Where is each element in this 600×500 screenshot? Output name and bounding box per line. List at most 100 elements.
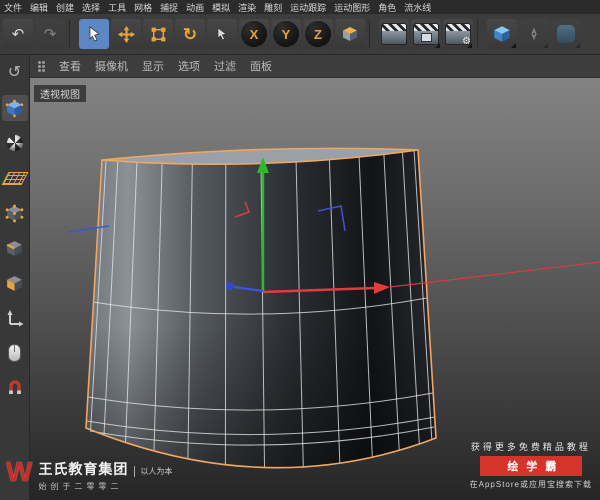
mouse-icon	[8, 344, 21, 362]
y-axis-label: Y	[273, 21, 299, 47]
pen-tool-button[interactable]	[519, 19, 549, 49]
brand-slogan: 以人为本	[134, 466, 172, 477]
add-primitive-cube-button[interactable]	[487, 19, 517, 49]
vp-menu-options[interactable]: 选项	[178, 58, 200, 74]
menu-simulate[interactable]: 模拟	[212, 1, 230, 14]
subdivision-surface-button[interactable]	[551, 19, 581, 49]
viewport[interactable]: 查看 摄像机 显示 选项 过滤 面板 透视视图	[30, 55, 600, 500]
texture-mode-button[interactable]	[2, 130, 28, 156]
menu-select[interactable]: 选择	[82, 1, 100, 14]
promo-button[interactable]: 绘学霸	[479, 456, 582, 476]
undo-button[interactable]: ↶	[3, 19, 33, 49]
menu-motion-tracker[interactable]: 运动跟踪	[290, 1, 326, 14]
render-clapperboard-icon	[382, 24, 406, 44]
x-axis-label: X	[241, 21, 267, 47]
cube-icon	[494, 26, 510, 42]
polygons-mode-button[interactable]	[2, 270, 28, 296]
main-toolbar: ↶ ↷ ↻ X Y Z ⚙	[0, 14, 600, 55]
render-picture-viewer-button[interactable]	[411, 19, 441, 49]
scale-icon	[151, 27, 165, 41]
menu-file[interactable]: 文件	[4, 1, 22, 14]
toolbar-separator	[369, 20, 375, 48]
make-editable-button[interactable]: ↺	[2, 60, 28, 86]
menu-animate[interactable]: 动画	[186, 1, 204, 14]
magnet-icon	[8, 380, 21, 394]
model-mode-button[interactable]	[1, 95, 28, 121]
menu-edit[interactable]: 编辑	[30, 1, 48, 14]
dropdown-corner-icon	[543, 43, 548, 48]
toolbar-separator	[477, 20, 483, 48]
workplane-mode-button[interactable]	[1, 165, 28, 191]
edges-mode-button[interactable]	[2, 235, 28, 261]
vp-menu-filter[interactable]: 过滤	[214, 58, 236, 74]
vp-menu-view[interactable]: 查看	[59, 58, 81, 74]
render-picture-icon	[414, 24, 438, 44]
brand-name: 王氏教育集团	[38, 461, 129, 477]
menu-mesh[interactable]: 网格	[134, 1, 152, 14]
x-axis-lock-button[interactable]: X	[239, 19, 269, 49]
menu-create[interactable]: 创建	[56, 1, 74, 14]
menu-tools[interactable]: 工具	[108, 1, 126, 14]
move-tool-button[interactable]	[111, 19, 141, 49]
menu-snap[interactable]: 捕捉	[160, 1, 178, 14]
redo-button[interactable]: ↷	[35, 19, 65, 49]
cursor-small-icon	[217, 27, 227, 41]
vp-menu-display[interactable]: 显示	[142, 58, 164, 74]
menu-mograph[interactable]: 运动图形	[334, 1, 370, 14]
dropdown-corner-icon	[575, 43, 580, 48]
menu-pipeline[interactable]: 流水线	[404, 1, 431, 14]
model-mode-icon	[5, 99, 24, 117]
z-axis-label: Z	[305, 21, 331, 47]
axis-icon	[7, 310, 23, 327]
pen-icon	[531, 27, 537, 40]
viewport-menubar: 查看 摄像机 显示 选项 过滤 面板	[30, 55, 600, 78]
viewport-canvas[interactable]	[30, 55, 600, 500]
dropdown-corner-icon	[467, 43, 472, 48]
enable-snap-button[interactable]	[2, 375, 28, 401]
last-used-tool-button[interactable]	[207, 19, 237, 49]
toolbar-separator	[69, 20, 75, 48]
vp-menu-camera[interactable]: 摄像机	[95, 58, 128, 74]
promo-line1: 获得更多免费精品教程	[470, 442, 591, 452]
points-mode-button[interactable]	[2, 200, 28, 226]
subdivision-surface-icon	[557, 25, 575, 43]
brand-text: 王氏教育集团 以人为本 始创于二零零二	[38, 459, 172, 492]
points-mode-icon	[5, 204, 24, 222]
enable-axis-button[interactable]	[2, 305, 28, 331]
menu-sculpt[interactable]: 雕刻	[264, 1, 282, 14]
brand-watermark: W 王氏教育集团 以人为本 始创于二零零二	[6, 456, 172, 492]
mode-toolbar: ↺	[0, 55, 30, 500]
dropdown-corner-icon	[511, 43, 516, 48]
vp-menu-panel[interactable]: 面板	[250, 58, 272, 74]
undo-icon: ↶	[11, 25, 25, 43]
menu-character[interactable]: 角色	[378, 1, 396, 14]
axis-z-arrowhead[interactable]	[226, 282, 234, 290]
y-axis-lock-button[interactable]: Y	[271, 19, 301, 49]
render-view-button[interactable]	[379, 19, 409, 49]
promo-line2: 在AppStore或应用宝搜索下载	[469, 480, 592, 489]
brand-since: 始创于二零零二	[38, 482, 123, 491]
drag-grip-icon[interactable]	[38, 64, 41, 68]
rotate-icon: ↻	[182, 24, 198, 44]
coordinate-cube-icon	[343, 27, 357, 41]
menu-render[interactable]: 渲染	[238, 1, 256, 14]
rotate-tool-button[interactable]: ↻	[175, 19, 205, 49]
main-menubar: 文件 编辑 创建 选择 工具 网格 捕捉 动画 模拟 渲染 雕刻 运动跟踪 运动…	[0, 0, 600, 14]
viewport-solo-button[interactable]	[2, 340, 28, 366]
live-selection-button[interactable]	[79, 19, 109, 49]
coordinate-system-button[interactable]	[335, 19, 365, 49]
render-settings-button[interactable]: ⚙	[443, 19, 473, 49]
render-settings-icon: ⚙	[446, 24, 470, 44]
dropdown-corner-icon	[435, 43, 440, 48]
redo-icon: ↷	[43, 25, 57, 43]
edges-mode-icon	[6, 240, 22, 256]
promo-watermark: 获得更多免费精品教程 绘学霸 在AppStore或应用宝搜索下载	[470, 440, 592, 490]
view-label[interactable]: 透视视图	[34, 85, 86, 102]
make-editable-icon: ↺	[7, 64, 22, 81]
cylinder-object[interactable]	[85, 147, 437, 469]
scale-tool-button[interactable]	[143, 19, 173, 49]
application-window: 文件 编辑 创建 选择 工具 网格 捕捉 动画 模拟 渲染 雕刻 运动跟踪 运动…	[0, 0, 600, 500]
z-axis-lock-button[interactable]: Z	[303, 19, 333, 49]
brand-logo: W	[6, 456, 33, 487]
polygons-mode-icon	[7, 275, 22, 291]
